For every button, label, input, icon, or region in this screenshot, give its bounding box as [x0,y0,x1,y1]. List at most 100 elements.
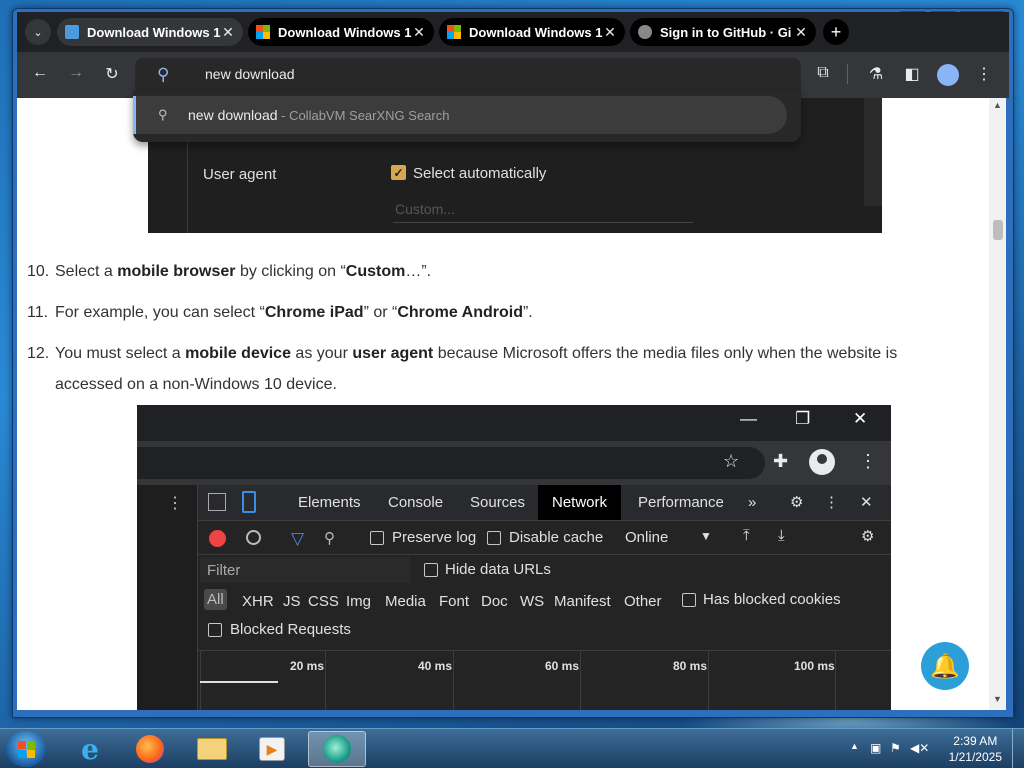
side-panel-icon[interactable]: ◧ [901,64,923,84]
network-icon[interactable]: ▣ [870,741,881,755]
type-filter: WS [520,593,545,610]
filter-icon: ▽ [291,529,305,548]
record-icon [209,530,226,547]
forward-icon[interactable]: → [65,64,87,82]
checkbox [487,531,501,545]
close-tab-icon[interactable]: ✕ [794,24,808,41]
kebab-menu-icon: ⋮ [859,451,877,471]
volume-muted-icon[interactable]: ◀✕ [910,741,929,755]
list-item: 10. Select a mobile browser by clicking … [27,256,967,287]
tab-github-signin[interactable]: Sign in to GitHub · Gi ✕ [630,18,816,46]
instruction-list: 10. Select a mobile browser by clicking … [27,256,967,410]
list-item: 12. You must select a mobile device as y… [27,338,967,400]
windows-logo-part [27,741,35,749]
collabvm-browser-icon[interactable] [308,731,366,767]
network-timeline: 20 ms 40 ms 60 ms 80 ms 100 ms [198,651,891,710]
user-agent-label: User agent [203,166,277,183]
filter-input: Filter [200,557,410,583]
checkbox [208,623,222,637]
media-player-icon[interactable]: ▶ [246,731,298,767]
new-tab-button[interactable]: + [823,19,849,45]
omnibox-suggestions: ⚲ new download - CollabVM SearXNG Search [133,90,801,142]
web-page-content: User agent ✓ Select automatically Custom… [17,98,989,710]
star-icon: ☆ [723,451,740,471]
tab-strip: ⌄ Download Windows 1 ✕ Download Windows … [17,12,1009,52]
timeline-bar [200,681,278,683]
bell-icon: 🔔 [930,652,960,680]
step-text: …”. [405,263,432,280]
tab-search-icon[interactable]: ⌄ [25,19,51,45]
devtools-tabbar: Elements Console Sources Network Perform… [198,485,891,521]
tab-title: Download Windows 1 [87,24,221,40]
step-number: 12. [27,345,50,362]
tab-title: Download Windows 1 [469,24,603,40]
microsoft-logo-icon [447,25,461,39]
extensions-icon[interactable]: ⧉ [812,64,834,82]
tab-download-windows-2[interactable]: Download Windows 1 ✕ [248,18,434,46]
action-center-icon[interactable]: ⚑ [890,741,901,755]
step-number: 10. [27,263,50,280]
scroll-up-icon[interactable]: ▲ [989,100,1006,114]
more-tabs-icon: » [748,494,757,511]
type-filter: JS [283,593,301,610]
article-screenshot-devtools: — ❐ ✕ ☆ ✚ ⋮ ⋮ Elements Console Sources N… [137,405,891,710]
close-icon: ✕ [860,494,873,511]
download-icon: ⤓ [778,527,785,544]
clock-date: 1/21/2025 [948,750,1002,764]
address-bar[interactable]: ⚲ new download [135,58,801,92]
timeline-divider [325,651,326,710]
profile-avatar[interactable] [937,64,959,86]
step-text: by clicking on “ [235,263,346,280]
menu-icon[interactable]: ⋮ [973,64,995,84]
address-input[interactable]: new download [205,66,295,82]
clock-time: 2:39 AM [953,734,998,748]
close-tab-icon[interactable]: ✕ [221,24,235,41]
disable-cache-label: Disable cache [509,529,604,546]
scroll-down-icon[interactable]: ▼ [989,694,1006,708]
close-tab-icon[interactable]: ✕ [412,24,426,41]
back-icon[interactable]: ← [29,64,51,82]
tab-title: Download Windows 1 [278,24,412,40]
browser-glyph [323,735,351,763]
step-text: as your [290,345,353,362]
show-desktop-button[interactable] [1012,729,1024,768]
step-emphasis: user agent [352,345,434,362]
checkbox-checked-icon: ✓ [391,165,406,180]
step-text: ” or “ [363,304,398,321]
firefox-icon[interactable] [124,731,176,767]
page-scrollbar[interactable]: ▲ ▼ [989,98,1006,710]
microsoft-logo-icon [256,25,270,39]
inspect-icon [208,493,226,511]
timeline-divider [835,651,836,710]
scroll-thumb[interactable] [993,220,1003,240]
clear-icon [246,530,261,545]
tab-download-windows-3[interactable]: Download Windows 1 ✕ [439,18,625,46]
timeline-label: 60 ms [545,659,580,673]
clock[interactable]: 2:39 AM 1/21/2025 [949,733,1002,765]
settings-icon: ⚙ [861,528,875,545]
custom-ua-placeholder: Custom... [395,201,455,217]
labs-icon[interactable]: ⚗ [865,64,887,84]
timeline-divider [708,651,709,710]
step-emphasis: Chrome Android [397,304,523,321]
tray-arrow-icon[interactable]: ▲ [850,741,859,751]
search-icon: ⚲ [157,65,170,84]
type-filter: Media [385,593,426,610]
reload-icon[interactable]: ↻ [101,64,123,84]
type-filter: CSS [308,593,339,610]
preserve-log-label: Preserve log [392,529,477,546]
timeline-label: 40 ms [418,659,453,673]
restore-icon: ❐ [795,409,811,428]
toolbar-divider [847,64,848,84]
firefox-glyph [136,735,164,763]
internet-explorer-icon[interactable]: e [64,731,116,767]
start-button[interactable] [6,731,46,767]
suggestion-item[interactable]: ⚲ new download - CollabVM SearXNG Search [133,96,787,134]
notification-bell-button[interactable]: 🔔 [921,642,969,690]
divider [187,138,188,233]
folder-glyph [197,738,227,760]
checkbox [682,593,696,607]
tab-download-windows-1[interactable]: Download Windows 1 ✕ [57,18,243,46]
file-explorer-icon[interactable] [186,731,238,767]
close-tab-icon[interactable]: ✕ [603,24,617,41]
